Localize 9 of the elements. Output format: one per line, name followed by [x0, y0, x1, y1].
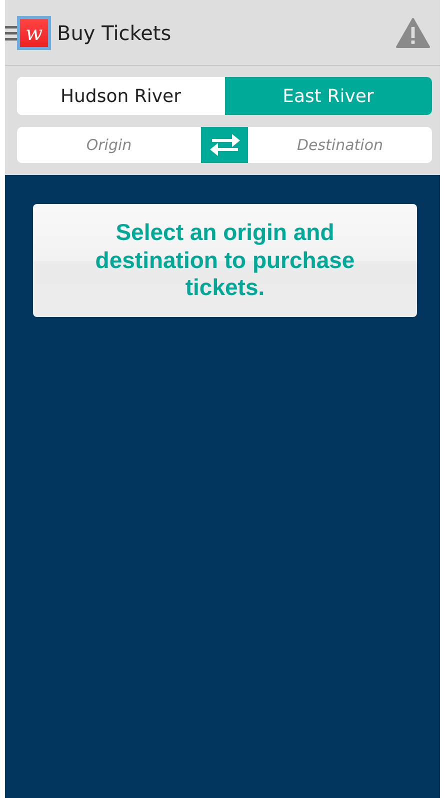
- instruction-message: Select an origin and destination to purchase tickets.: [94, 219, 356, 302]
- warning-icon[interactable]: [396, 18, 430, 48]
- destination-field[interactable]: Destination: [248, 127, 432, 163]
- page-title: Buy Tickets: [57, 20, 172, 44]
- origin-field[interactable]: Origin: [17, 127, 201, 163]
- app-logo: w: [17, 16, 51, 50]
- menu-icon[interactable]: [5, 24, 17, 42]
- swap-icon: [208, 132, 242, 158]
- swap-button[interactable]: [201, 127, 248, 163]
